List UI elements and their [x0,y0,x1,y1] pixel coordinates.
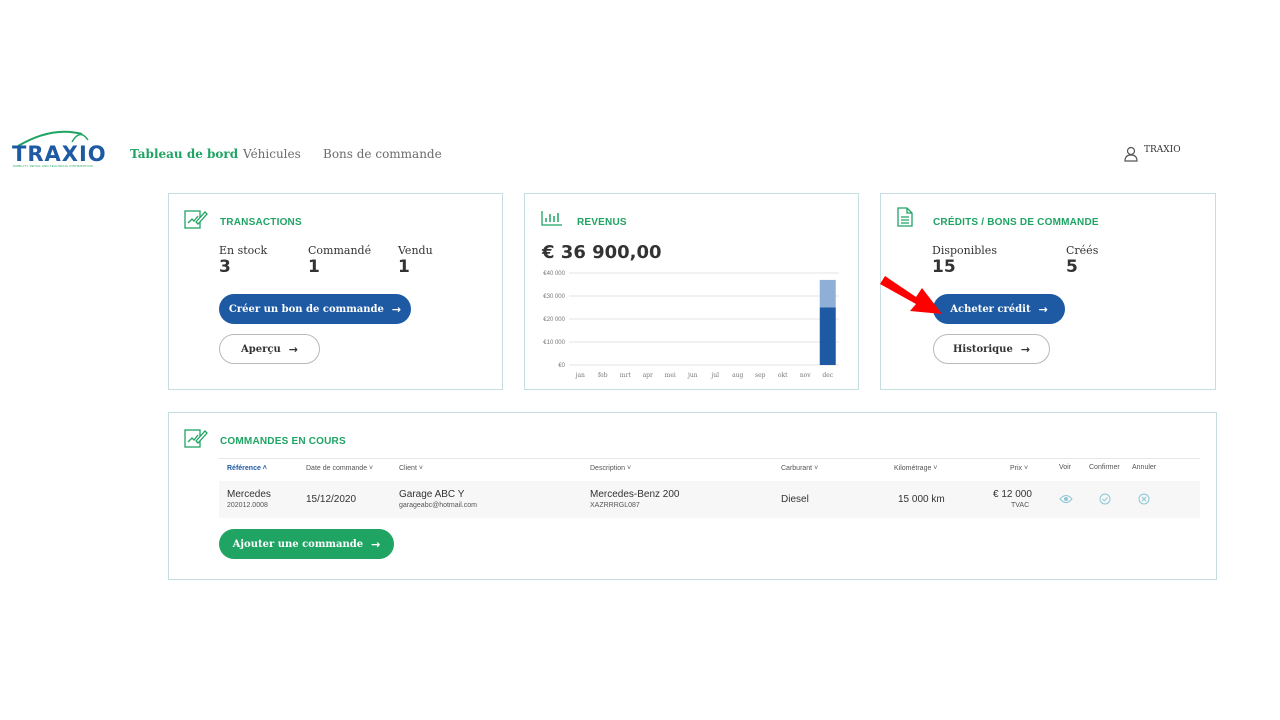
button-label: Historique [952,343,1013,355]
cell-vin: XAZRRRGL087 [590,502,640,509]
add-order-button[interactable]: Ajouter une commande → [219,529,394,559]
logo-tagline: MOBILITY RETAIL AND TECHNICAL DISTRIBUTI… [13,164,94,168]
column-header-confirm: Confirmer [1089,464,1120,471]
user-name: TRAXIO [1144,145,1181,155]
cell-brand: Mercedes [227,489,271,500]
x-tick-label: mrt [620,372,632,379]
stat-value-created: 5 [1066,257,1078,277]
column-header-description[interactable]: Description ˅ [590,465,631,472]
cell-price-note: TVAC [1011,502,1030,509]
logo-text: TRAXIO [12,142,107,166]
cell-description: Mercedes-Benz 200 [590,489,680,500]
y-tick-label: €0 [558,363,565,369]
y-tick-label: €40 000 [543,271,565,277]
overview-button[interactable]: Aperçu → [219,334,320,364]
nav-purchase-orders[interactable]: Bons de commande [323,147,442,161]
cell-fuel: Diesel [781,494,809,505]
x-tick-label: nov [800,372,811,379]
card-title: CRÉDITS / BONS DE COMMANDE [933,217,1099,228]
document-edit-icon [184,210,208,229]
stat-value-in-stock: 3 [219,257,231,277]
cell-client-name: Garage ABC Y [399,489,465,500]
x-tick-label: feb [598,372,608,379]
create-purchase-order-button[interactable]: Créer un bon de commande → [219,294,411,324]
stat-label-in-stock: En stock [219,244,268,257]
transactions-card: TRANSACTIONS En stock 3 Commandé 1 Vendu… [168,193,503,390]
cell-reference: 202012.0008 [227,502,268,509]
stat-value-ordered: 1 [308,257,320,277]
annotation-arrow-icon [880,276,942,314]
revenue-amount: € 36 900,00 [542,242,662,263]
history-button[interactable]: Historique → [933,334,1050,364]
buy-credit-button[interactable]: Acheter crédit → [933,294,1065,324]
x-tick-label: dec [822,372,833,379]
bar-chart-icon [541,211,562,226]
x-tick-label: mei [665,372,676,379]
y-tick-label: €10 000 [543,340,565,346]
column-header-date[interactable]: Date de commande ˅ [306,465,373,472]
table-row[interactable]: Mercedes 202012.0008 15/12/2020 Garage A… [219,481,1200,518]
arrow-right-icon: → [288,342,298,356]
confirm-check-icon[interactable] [1099,493,1111,505]
button-label: Aperçu [241,343,281,355]
user-menu[interactable]: TRAXIO [1124,144,1181,162]
stat-label-available: Disponibles [932,244,997,257]
cell-client-email: garageabc@hotmail.com [399,502,477,509]
column-header-price[interactable]: Prix ˅ [1010,465,1028,472]
revenue-bar-chart: €0 €10 000 €20 000 €30 000 €40 000 jan feb mrt a… [543,271,839,379]
x-tick-label: okt [778,372,788,379]
stat-label-ordered: Commandé [308,244,372,257]
y-tick-label: €30 000 [543,294,565,300]
document-edit-icon [184,429,208,448]
traxio-logo[interactable]: TRAXIO MOBILITY RETAIL AND TECHNICAL DIS… [12,128,107,170]
revenue-card: REVENUS € 36 900,00 €0 €10 000 €20 000 €30 … [524,193,859,390]
nav-dashboard[interactable]: Tableau de bord [130,147,238,161]
nav-vehicles[interactable]: Véhicules [243,147,301,161]
cell-date: 15/12/2020 [306,494,357,505]
x-tick-label: jul [710,372,719,379]
bar [819,307,836,365]
eye-icon[interactable] [1059,494,1073,504]
cell-mileage: 15 000 km [898,494,945,505]
card-title: COMMANDES EN COURS [220,436,346,447]
card-title: TRANSACTIONS [220,217,302,228]
arrow-right-icon: → [1020,342,1031,356]
stat-label-sold: Vendu [398,244,433,257]
document-icon [897,207,913,227]
user-icon [1124,146,1138,162]
column-header-client[interactable]: Client ˅ [399,465,423,472]
stat-value-sold: 1 [398,257,410,277]
x-tick-label: apr [643,372,653,379]
table-divider [219,458,1200,459]
button-label: Ajouter une commande [232,538,364,550]
arrow-right-icon: → [371,537,381,551]
arrow-right-icon: → [391,302,402,316]
column-header-cancel: Annuler [1132,464,1157,471]
column-header-fuel[interactable]: Carburant ˅ [781,465,818,472]
button-label: Créer un bon de commande [228,303,384,315]
column-header-mileage[interactable]: Kilométrage ˅ [894,465,937,472]
cell-price: € 12 000 [993,489,1032,500]
column-header-view: Voir [1059,464,1072,471]
x-tick-label: aug [732,372,743,379]
card-title: REVENUS [577,217,627,228]
y-tick-label: €20 000 [543,317,565,323]
column-header-reference[interactable]: Référence ˄ [227,465,267,472]
bar [819,279,836,308]
arrow-right-icon: → [1038,302,1048,316]
stat-label-created: Créés [1066,244,1099,257]
orders-card: COMMANDES EN COURS Référence ˄ Date de c… [168,412,1217,580]
cancel-x-icon[interactable] [1138,493,1150,505]
x-tick-label: sep [755,372,766,379]
button-label: Acheter crédit [950,303,1031,315]
x-tick-label: jan [575,372,585,379]
x-tick-label: jun [687,372,698,379]
